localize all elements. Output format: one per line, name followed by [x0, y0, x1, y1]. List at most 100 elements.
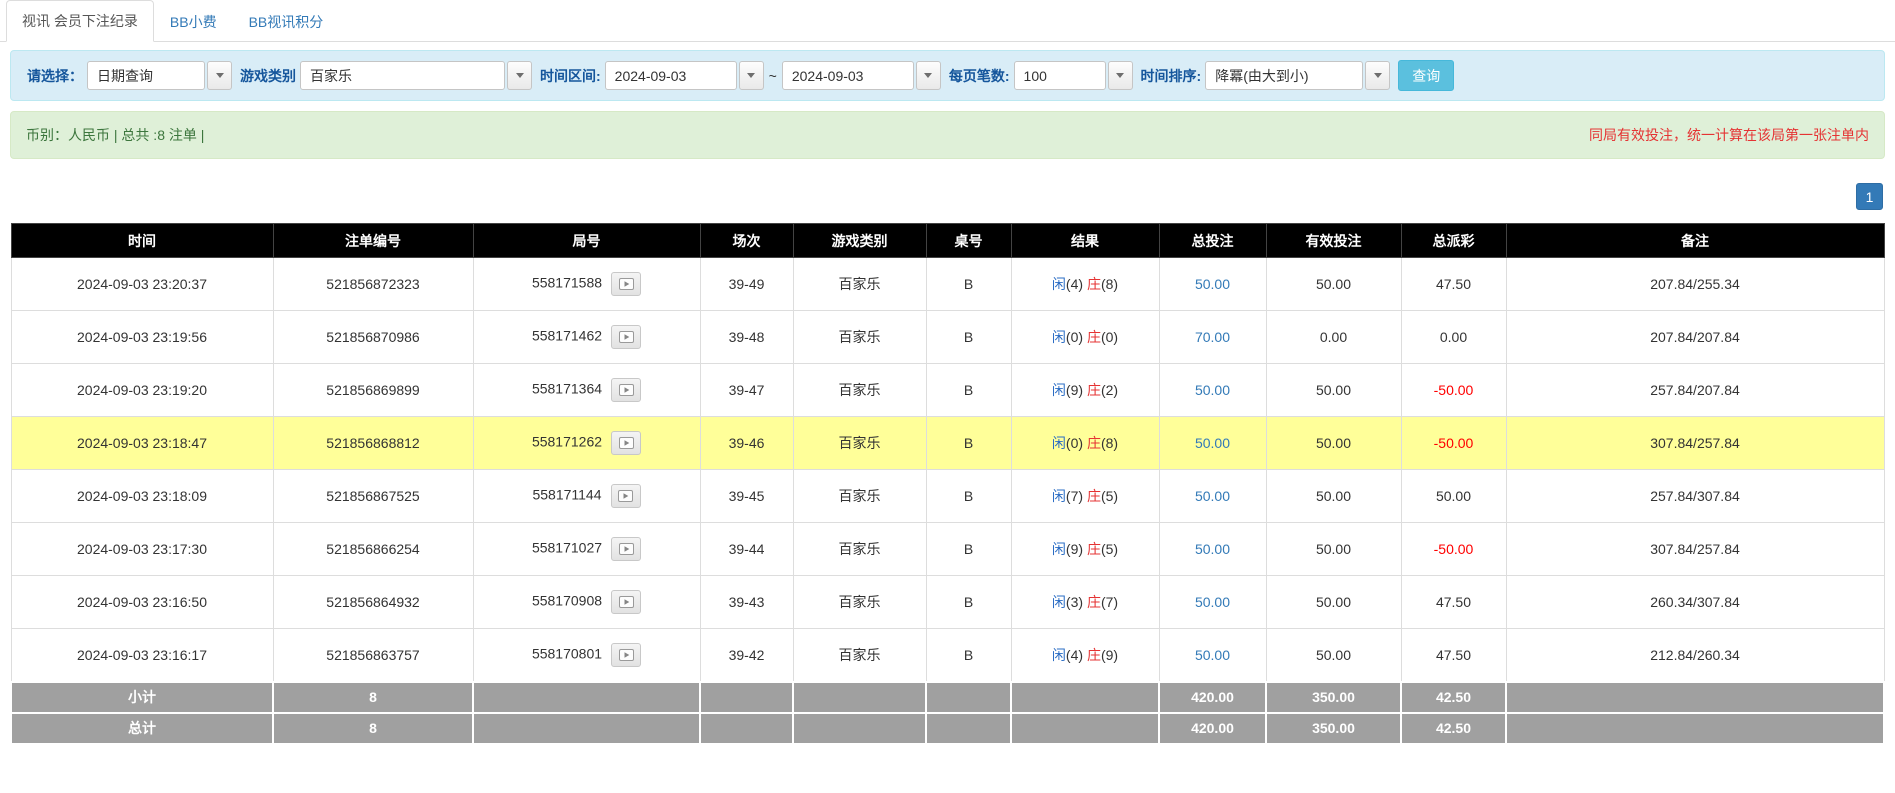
banker-result-label: 庄 — [1087, 647, 1101, 663]
result-cell: 闲(7) 庄(5) — [1011, 470, 1159, 523]
column-header: 总派彩 — [1401, 224, 1506, 258]
payout-cell: -50.00 — [1401, 417, 1506, 470]
date-to-value[interactable]: 2024-09-03 — [782, 61, 914, 90]
player-result-label: 闲 — [1052, 329, 1066, 345]
footer-empty-cell — [700, 713, 793, 744]
total-bet-link[interactable]: 70.00 — [1195, 329, 1230, 345]
payout-value: 47.50 — [1436, 647, 1471, 663]
round-result-button[interactable] — [611, 431, 641, 455]
note-cell: 212.84/260.34 — [1506, 629, 1884, 682]
filter-bar: 请选择： 日期查询 游戏类别 百家乐 时间区间: 2024-09-03 ~ 20… — [10, 50, 1885, 101]
date-from-value[interactable]: 2024-09-03 — [605, 61, 737, 90]
page-button-1[interactable]: 1 — [1856, 183, 1883, 210]
player-result-label: 闲 — [1052, 488, 1066, 504]
total-bet-cell: 50.00 — [1159, 364, 1266, 417]
player-result-score: (4) — [1066, 276, 1083, 292]
game-type-cell: 百家乐 — [793, 629, 926, 682]
player-result-score: (9) — [1066, 541, 1083, 557]
chevron-down-icon — [516, 73, 524, 78]
game-type-cell: 百家乐 — [793, 364, 926, 417]
query-type-dropdown-button[interactable] — [207, 61, 232, 90]
total-bet-cell: 50.00 — [1159, 629, 1266, 682]
valid-bet-cell: 50.00 — [1266, 364, 1401, 417]
query-type-combobox[interactable]: 日期查询 — [87, 61, 232, 90]
round-result-button[interactable] — [611, 537, 641, 561]
valid-bet-cell: 50.00 — [1266, 629, 1401, 682]
round-cell: 558171364 — [473, 364, 700, 417]
sort-order-combobox[interactable]: 降冪(由大到小) — [1205, 61, 1390, 90]
payout-value: 47.50 — [1436, 276, 1471, 292]
sort-order-value[interactable]: 降冪(由大到小) — [1205, 61, 1363, 90]
result-cell: 闲(3) 庄(7) — [1011, 576, 1159, 629]
video-result-icon — [619, 384, 634, 396]
footer-label-cell: 小计 — [11, 682, 273, 713]
tab-bb-video-points[interactable]: BB视讯积分 — [233, 1, 340, 42]
banker-result-score: (9) — [1101, 647, 1118, 663]
time-cell: 2024-09-03 23:17:30 — [11, 523, 273, 576]
game-type-dropdown-button[interactable] — [507, 61, 532, 90]
date-to-picker[interactable]: 2024-09-03 — [782, 61, 941, 90]
payout-value: 50.00 — [1436, 488, 1471, 504]
page-size-dropdown-button[interactable] — [1108, 61, 1133, 90]
round-result-button[interactable] — [611, 325, 641, 349]
video-result-icon — [619, 596, 634, 608]
round-cell: 558171027 — [473, 523, 700, 576]
time-cell: 2024-09-03 23:16:17 — [11, 629, 273, 682]
query-type-label: 请选择： — [27, 66, 83, 86]
total-bet-link[interactable]: 50.00 — [1195, 541, 1230, 557]
table-footer: 小计 8 420.00 350.00 42.50 总计 8 420.00 350… — [11, 682, 1884, 744]
round-result-button[interactable] — [611, 590, 641, 614]
banker-result-label: 庄 — [1087, 329, 1101, 345]
table-footer-row: 小计 8 420.00 350.00 42.50 — [11, 682, 1884, 713]
game-type-cell: 百家乐 — [793, 258, 926, 311]
total-bet-cell: 50.00 — [1159, 470, 1266, 523]
game-type-value[interactable]: 百家乐 — [300, 61, 505, 90]
game-type-combobox[interactable]: 百家乐 — [300, 61, 532, 90]
tab-bar: 视讯 会员下注纪录 BB小费 BB视讯积分 — [0, 0, 1895, 42]
player-result-label: 闲 — [1052, 647, 1066, 663]
date-to-dropdown-button[interactable] — [916, 61, 941, 90]
round-cell: 558171462 — [473, 311, 700, 364]
query-type-value[interactable]: 日期查询 — [87, 61, 205, 90]
banker-result-label: 庄 — [1087, 435, 1101, 451]
round-result-button[interactable] — [611, 643, 641, 667]
banker-result-score: (8) — [1101, 276, 1118, 292]
total-bet-link[interactable]: 50.00 — [1195, 276, 1230, 292]
total-bet-link[interactable]: 50.00 — [1195, 488, 1230, 504]
player-result-score: (3) — [1066, 594, 1083, 610]
game-type-cell: 百家乐 — [793, 311, 926, 364]
session-cell: 39-46 — [700, 417, 793, 470]
payout-cell: 50.00 — [1401, 470, 1506, 523]
round-result-button[interactable] — [611, 272, 641, 296]
player-result-label: 闲 — [1052, 541, 1066, 557]
round-result-button[interactable] — [611, 378, 641, 402]
total-bet-link[interactable]: 50.00 — [1195, 382, 1230, 398]
video-result-icon — [619, 278, 634, 290]
round-result-button[interactable] — [611, 484, 641, 508]
page-size-combobox[interactable]: 100 — [1014, 61, 1133, 90]
tab-bb-tips[interactable]: BB小费 — [154, 1, 233, 42]
column-header: 结果 — [1011, 224, 1159, 258]
footer-total-bet-cell: 420.00 — [1159, 713, 1266, 744]
page-size-value[interactable]: 100 — [1014, 61, 1106, 90]
date-from-picker[interactable]: 2024-09-03 — [605, 61, 764, 90]
date-from-dropdown-button[interactable] — [739, 61, 764, 90]
round-id: 558170801 — [532, 645, 602, 661]
table-row: 2024-09-03 23:19:56 521856870986 5581714… — [11, 311, 1884, 364]
bet-id-cell: 521856872323 — [273, 258, 473, 311]
bet-id-cell: 521856864932 — [273, 576, 473, 629]
total-bet-link[interactable]: 50.00 — [1195, 594, 1230, 610]
bet-id-cell: 521856867525 — [273, 470, 473, 523]
sort-order-dropdown-button[interactable] — [1365, 61, 1390, 90]
round-id: 558171462 — [532, 328, 602, 344]
notice-text: 同局有效投注，统一计算在该局第一张注单内 — [1589, 125, 1869, 145]
search-button[interactable]: 查询 — [1398, 60, 1454, 91]
tab-video-bet-records[interactable]: 视讯 会员下注纪录 — [6, 0, 154, 42]
total-bet-link[interactable]: 50.00 — [1195, 435, 1230, 451]
total-bet-cell: 50.00 — [1159, 417, 1266, 470]
footer-count-cell: 8 — [273, 713, 473, 744]
total-bet-cell: 70.00 — [1159, 311, 1266, 364]
footer-empty-cell — [926, 713, 1011, 744]
player-result-score: (0) — [1066, 435, 1083, 451]
total-bet-link[interactable]: 50.00 — [1195, 647, 1230, 663]
